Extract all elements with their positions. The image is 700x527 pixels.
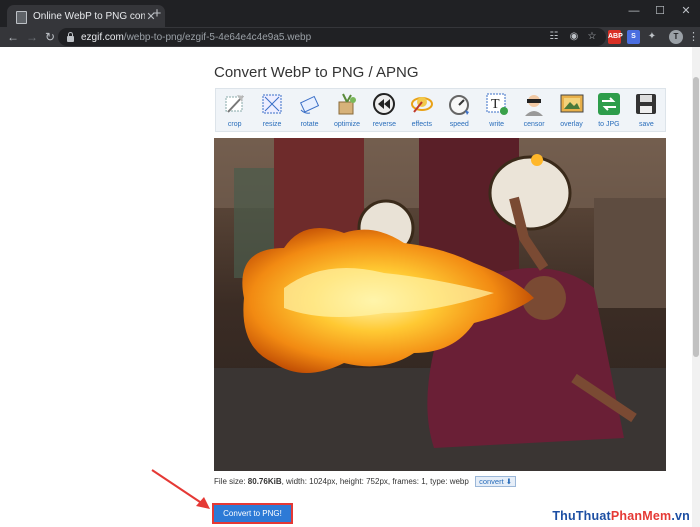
file-dimensions: , width: 1024px, height: 752px, frames: …: [281, 477, 469, 486]
svg-text:T: T: [491, 97, 500, 112]
tool-overlay[interactable]: overlay: [553, 89, 590, 131]
tool-label: speed: [449, 121, 469, 128]
url-host: ezgif.com: [81, 31, 124, 43]
tool-speed[interactable]: speed: [441, 89, 478, 131]
tool-crop[interactable]: crop: [216, 89, 253, 131]
write-icon: T: [486, 93, 508, 115]
tool-rotate[interactable]: rotate: [291, 89, 328, 131]
tool-label: save: [638, 121, 654, 128]
tool-label: to JPG: [598, 121, 620, 128]
page-scrollbar[interactable]: [692, 47, 700, 527]
minimize-window-button[interactable]: —: [624, 3, 644, 19]
tool-label: rotate: [300, 121, 319, 128]
to-jpg-icon: [597, 93, 620, 115]
extensions-puzzle-icon[interactable]: ✦: [646, 30, 658, 44]
convert-link[interactable]: convert ⬇: [475, 476, 517, 487]
url-path: /webp-to-png/ezgif-5-4e64e4c4e9a5.webp: [123, 31, 312, 43]
watermark-part-3: PhanMem: [610, 509, 672, 523]
optimize-icon: [338, 93, 356, 115]
convert-to-png-button[interactable]: Convert to PNG!: [212, 503, 293, 524]
download-icon: ⬇: [505, 477, 513, 486]
tab-title: Online WebP to PNG converter: [33, 10, 145, 22]
site-watermark: ThuThuatPhanMem.vn: [552, 509, 690, 523]
tool-effects[interactable]: effects: [403, 89, 440, 131]
tool-toolbar: crop resize rotate optimize reverse effe…: [215, 88, 666, 132]
save-icon: [636, 94, 657, 114]
tool-label: optimize: [333, 121, 361, 128]
s-extension-icon[interactable]: S: [627, 30, 640, 44]
maximize-window-button[interactable]: ☐: [650, 3, 670, 19]
watermark-part-1: Thu: [552, 509, 576, 523]
watermark-part-4: .vn: [671, 509, 690, 523]
tool-label: effects: [411, 121, 433, 128]
tool-reverse[interactable]: reverse: [366, 89, 403, 131]
forward-arrow-icon[interactable]: →: [24, 28, 40, 46]
profile-avatar[interactable]: T: [669, 30, 683, 44]
resize-icon: [262, 94, 282, 114]
translate-icon[interactable]: ☷: [548, 30, 560, 44]
overlay-icon: [560, 94, 583, 113]
crop-icon: [225, 95, 244, 113]
address-bar[interactable]: ezgif.com/webp-to-png/ezgif-5-4e64e4c4e9…: [58, 28, 606, 46]
preview-image: [214, 138, 666, 471]
browser-menu-icon[interactable]: ⋮: [688, 29, 699, 45]
tool-label: reverse: [372, 121, 397, 128]
tool-label: write: [489, 121, 505, 128]
tool-censor[interactable]: censor: [515, 89, 552, 131]
eye-off-icon[interactable]: ◉: [568, 30, 580, 44]
tool-resize[interactable]: resize: [253, 89, 290, 131]
back-arrow-icon[interactable]: ←: [5, 28, 21, 46]
tool-optimize[interactable]: optimize: [328, 89, 365, 131]
adblock-extension-icon[interactable]: ABP: [608, 30, 623, 44]
tool-write[interactable]: T write: [478, 89, 515, 131]
tool-label: crop: [227, 121, 242, 128]
reload-icon[interactable]: ↻: [42, 28, 58, 46]
lock-icon: [66, 32, 75, 42]
file-info: File size: 80.76KiB, width: 1024px, heig…: [214, 476, 517, 487]
reverse-icon: [373, 93, 396, 115]
new-tab-button[interactable]: +: [149, 6, 165, 22]
censor-icon: [525, 95, 544, 116]
file-size-value: 80.76KiB: [247, 477, 282, 486]
file-size-label: File size:: [214, 477, 248, 486]
browser-tab[interactable]: Online WebP to PNG converter ✕: [7, 5, 165, 27]
tool-label: overlay: [560, 121, 583, 128]
page-favicon-icon: [15, 10, 27, 24]
tool-label: censor: [523, 121, 545, 128]
rotate-icon: [299, 95, 319, 114]
browser-toolbar: ← → ↻ ezgif.com/webp-to-png/ezgif-5-4e64…: [0, 27, 700, 47]
effects-icon: [410, 97, 433, 113]
scrollbar-thumb[interactable]: [693, 77, 699, 357]
browser-tab-bar: Online WebP to PNG converter ✕ + — ☐ ✕: [0, 0, 700, 27]
annotation-arrow: [151, 469, 210, 509]
page-title: Convert WebP to PNG / APNG: [214, 64, 419, 81]
tool-label: resize: [262, 121, 282, 128]
convert-link-label: convert: [479, 477, 504, 486]
bookmark-star-icon[interactable]: ☆: [586, 30, 598, 44]
watermark-part-2: Thuat: [575, 509, 611, 523]
speed-icon: [449, 95, 470, 115]
close-window-button[interactable]: ✕: [676, 3, 696, 19]
tool-to-jpg[interactable]: to JPG: [590, 89, 627, 131]
tool-save[interactable]: save: [628, 89, 665, 131]
